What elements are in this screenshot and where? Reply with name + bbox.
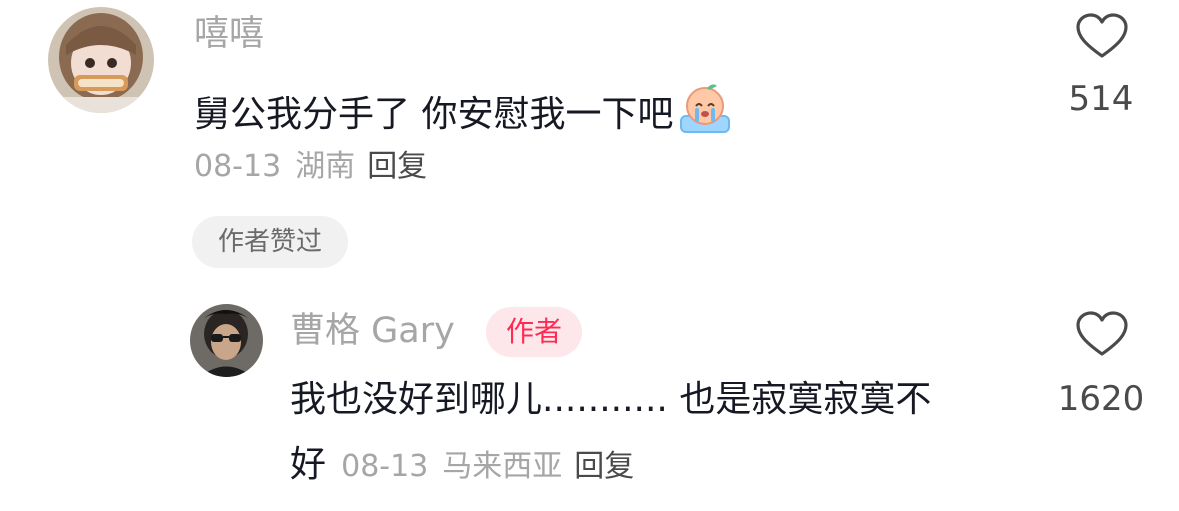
reply-like-count: 1620: [1057, 379, 1145, 419]
reply-text-line1: 我也没好到哪儿........... 也是寂寞寂寞不: [290, 379, 932, 420]
reply-text-line2: 好: [290, 444, 327, 485]
comment-username[interactable]: 嘻嘻: [194, 17, 264, 52]
comment-text-content: 舅公我分手了 你安慰我一下吧: [194, 94, 674, 135]
reply-like-button[interactable]: [1075, 310, 1129, 358]
reply-second-line: 好 08-13 马来西亚 回复: [290, 447, 634, 483]
like-count: 514: [1068, 79, 1134, 119]
comment-location: 湖南: [295, 149, 356, 184]
comment-text: 舅公我分手了 你安慰我一下吧: [194, 82, 733, 141]
reply-username[interactable]: 曹格 Gary: [290, 314, 455, 349]
like-button[interactable]: [1075, 12, 1129, 60]
reply-meta: 08-13 马来西亚 回复: [341, 449, 634, 484]
crying-emoji-icon: [677, 82, 733, 141]
reply-location: 马来西亚: [442, 449, 563, 484]
author-badge: 作者: [486, 307, 582, 357]
reply-reply-button[interactable]: 回复: [574, 449, 634, 484]
heart-icon: [1076, 311, 1128, 356]
liked-by-author-badge: 作者赞过: [192, 216, 348, 268]
reply-date: 08-13: [341, 449, 429, 484]
comment-meta: 08-13 湖南 回复: [194, 152, 427, 182]
heart-icon: [1076, 13, 1128, 58]
avatar[interactable]: [48, 7, 154, 113]
comment-date: 08-13: [194, 149, 282, 184]
reply-avatar[interactable]: [190, 304, 263, 377]
reply-button[interactable]: 回复: [367, 149, 427, 184]
